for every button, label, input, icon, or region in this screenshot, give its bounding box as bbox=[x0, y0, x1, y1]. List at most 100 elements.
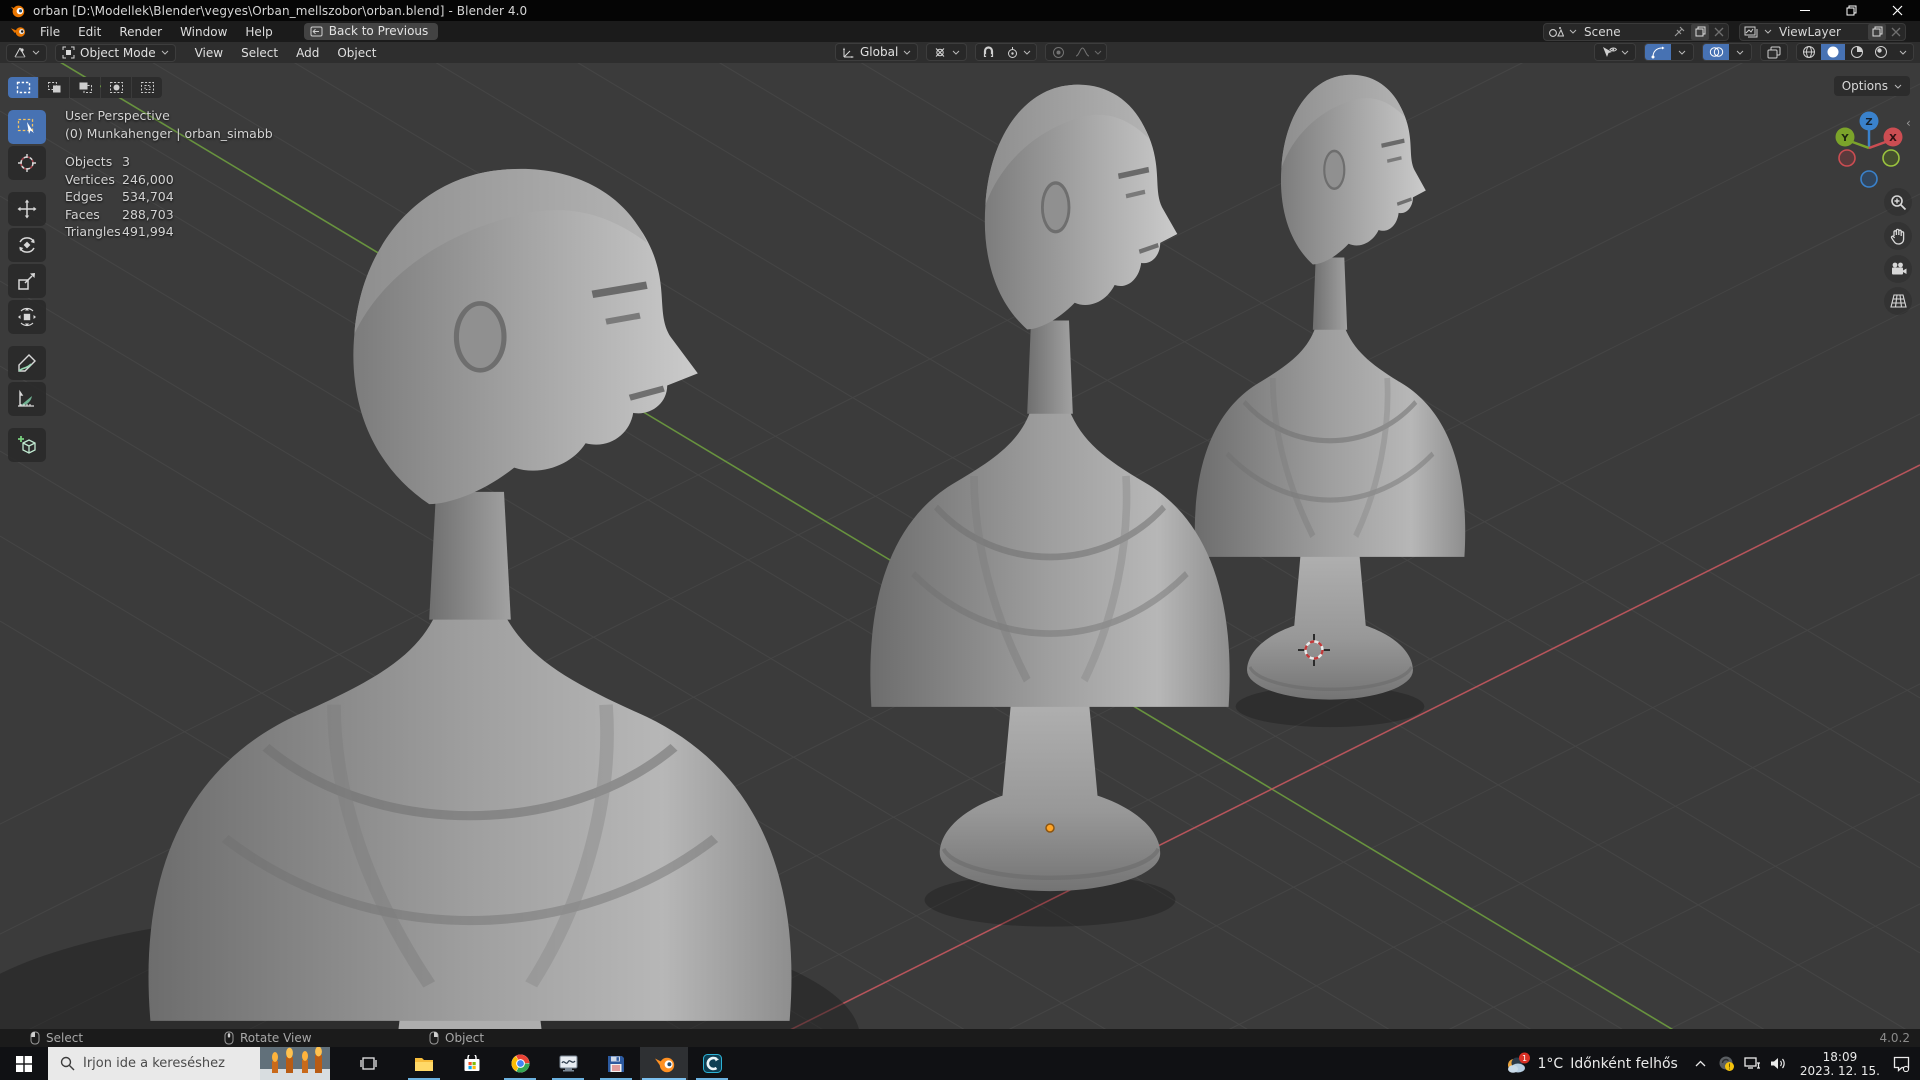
tool-move[interactable] bbox=[8, 192, 46, 226]
blender-app-menu-icon[interactable] bbox=[10, 26, 27, 38]
restore-button[interactable] bbox=[1828, 0, 1874, 21]
menu-add[interactable]: Add bbox=[287, 44, 328, 62]
tray-volume-icon[interactable] bbox=[1766, 1047, 1792, 1080]
navigation-gizmo[interactable]: Z Y X bbox=[1833, 106, 1907, 196]
pin-icon[interactable] bbox=[1673, 25, 1686, 38]
taskbar-weather[interactable]: 1 1°C Időnként felhős bbox=[1495, 1052, 1688, 1076]
close-button[interactable] bbox=[1874, 0, 1920, 21]
taskbar-clock[interactable]: 18:09 2023. 12. 15. bbox=[1792, 1050, 1888, 1078]
camera-view-button[interactable] bbox=[1884, 255, 1912, 283]
start-button[interactable] bbox=[0, 1047, 48, 1080]
gizmo-dropdown[interactable] bbox=[1671, 44, 1693, 60]
show-gizmo-toggle[interactable] bbox=[1645, 44, 1671, 60]
tray-show-hidden-icons[interactable] bbox=[1688, 1047, 1714, 1080]
pivot-point-dropdown[interactable] bbox=[926, 43, 967, 61]
title-bar: orban [D:\Modellek\Blender\vegyes\Orban_… bbox=[0, 0, 1920, 21]
action-center-button[interactable] bbox=[1888, 1047, 1914, 1080]
gizmo-axis-y-neg[interactable] bbox=[1883, 150, 1899, 166]
show-overlays-toggle[interactable] bbox=[1703, 44, 1729, 60]
middle-mouse-icon bbox=[224, 1031, 234, 1045]
collapse-sidebar-arrow[interactable]: ‹ bbox=[1906, 116, 1911, 130]
shading-solid-button[interactable] bbox=[1821, 44, 1845, 60]
search-input[interactable] bbox=[83, 1056, 243, 1071]
taskbar-app-blender[interactable] bbox=[640, 1047, 688, 1080]
select-mode-intersect[interactable] bbox=[132, 77, 162, 98]
menu-select[interactable]: Select bbox=[232, 44, 287, 62]
menu-render[interactable]: Render bbox=[110, 23, 171, 41]
bust-left[interactable] bbox=[149, 169, 792, 1029]
mode-dropdown[interactable]: Object Mode bbox=[55, 44, 176, 62]
taskbar-app-microsoft-store[interactable] bbox=[448, 1047, 496, 1080]
snap-toggle[interactable] bbox=[976, 44, 1000, 60]
falloff-dropdown[interactable] bbox=[1070, 44, 1106, 60]
task-view-button[interactable] bbox=[344, 1047, 392, 1080]
tool-measure[interactable] bbox=[8, 382, 46, 416]
show-object-types-dropdown[interactable] bbox=[1595, 44, 1635, 60]
menu-view[interactable]: View bbox=[186, 44, 232, 62]
select-mode-invert[interactable] bbox=[101, 77, 131, 98]
options-label: Options bbox=[1842, 79, 1888, 93]
camera-icon bbox=[1890, 262, 1907, 276]
search-daily-image[interactable] bbox=[260, 1047, 330, 1080]
shading-wireframe-button[interactable] bbox=[1797, 44, 1821, 60]
minimize-button[interactable] bbox=[1782, 0, 1828, 21]
overlays-dropdown[interactable] bbox=[1729, 44, 1751, 60]
back-to-previous-button[interactable]: Back to Previous bbox=[304, 23, 439, 40]
scene-selector[interactable]: Scene bbox=[1543, 23, 1729, 41]
weather-temp: 1°C bbox=[1538, 1056, 1564, 1072]
tool-scale[interactable] bbox=[8, 264, 46, 298]
tool-cursor[interactable] bbox=[8, 146, 46, 180]
tray-alert-icon[interactable]: ! bbox=[1714, 1047, 1740, 1080]
transform-orientation-dropdown[interactable]: Global bbox=[835, 43, 918, 61]
shading-material-button[interactable] bbox=[1845, 44, 1869, 60]
taskbar-app-teal-c[interactable] bbox=[688, 1047, 736, 1080]
tool-select-box[interactable] bbox=[8, 110, 46, 144]
menu-object[interactable]: Object bbox=[328, 44, 385, 62]
new-viewlayer-button[interactable] bbox=[1868, 24, 1886, 40]
tool-transform[interactable] bbox=[8, 300, 46, 334]
tool-rotate[interactable] bbox=[8, 228, 46, 262]
viewlayer-selector[interactable]: ViewLayer bbox=[1739, 23, 1906, 41]
perspective-toggle-button[interactable] bbox=[1884, 287, 1912, 315]
tray-network-icon[interactable] bbox=[1740, 1047, 1766, 1080]
select-mode-subtract[interactable] bbox=[70, 77, 100, 98]
pan-view-button[interactable] bbox=[1884, 222, 1912, 250]
tool-annotate[interactable] bbox=[8, 346, 46, 380]
hint-object: Object bbox=[429, 1029, 484, 1047]
options-button[interactable]: Options bbox=[1834, 76, 1910, 96]
menu-window[interactable]: Window bbox=[171, 23, 236, 41]
clock-date: 2023. 12. 15. bbox=[1800, 1064, 1880, 1078]
remove-viewlayer-icon[interactable] bbox=[1891, 27, 1901, 37]
taskbar-app-media-monitor[interactable] bbox=[544, 1047, 592, 1080]
ortho-grid-icon bbox=[1890, 294, 1907, 308]
proportional-edit-toggle[interactable] bbox=[1046, 44, 1070, 60]
new-scene-button[interactable] bbox=[1691, 24, 1709, 40]
shading-dropdown[interactable] bbox=[1893, 44, 1913, 60]
menu-file[interactable]: File bbox=[31, 23, 69, 41]
shading-rendered-button[interactable] bbox=[1869, 44, 1893, 60]
stat-edges: Edges534,704 bbox=[65, 188, 273, 206]
taskbar-app-file-explorer[interactable] bbox=[400, 1047, 448, 1080]
chevron-down-icon bbox=[952, 50, 960, 55]
windows-logo-icon bbox=[16, 1056, 32, 1072]
select-mode-set[interactable] bbox=[8, 77, 38, 98]
tool-add-cube[interactable] bbox=[8, 428, 46, 462]
select-mode-extend[interactable] bbox=[39, 77, 69, 98]
magnet-icon bbox=[982, 46, 995, 59]
menu-help[interactable]: Help bbox=[236, 23, 281, 41]
gizmo-axis-z-neg[interactable] bbox=[1861, 171, 1877, 187]
editor-type-button[interactable] bbox=[6, 44, 47, 62]
taskbar-app-chrome[interactable] bbox=[496, 1047, 544, 1080]
xray-toggle[interactable] bbox=[1760, 43, 1788, 61]
clock-time: 18:09 bbox=[1800, 1050, 1880, 1064]
taskbar-app-floppy[interactable] bbox=[592, 1047, 640, 1080]
zoom-view-button[interactable] bbox=[1884, 188, 1912, 216]
bust-middle[interactable] bbox=[870, 85, 1229, 927]
menu-edit[interactable]: Edit bbox=[69, 23, 110, 41]
taskbar-search-box[interactable] bbox=[48, 1047, 330, 1080]
unlink-scene-icon[interactable] bbox=[1714, 27, 1724, 37]
viewport-3d[interactable]: User Perspective (0) Munkahenger | orban… bbox=[0, 63, 1920, 1029]
snap-target-dropdown[interactable] bbox=[1000, 44, 1036, 60]
pivot-point-icon bbox=[933, 46, 947, 59]
gizmo-axis-x-neg[interactable] bbox=[1839, 150, 1855, 166]
